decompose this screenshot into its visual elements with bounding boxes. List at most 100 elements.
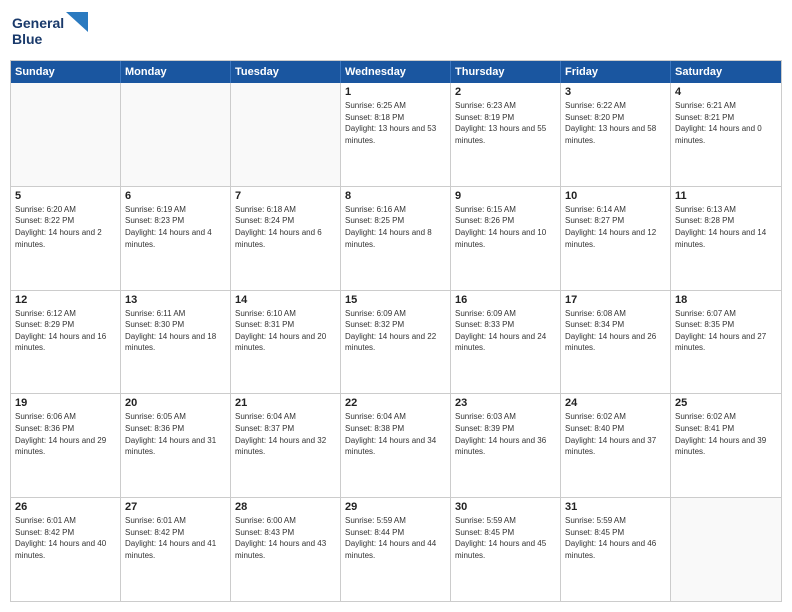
sun-info: Sunrise: 6:02 AM Sunset: 8:40 PM Dayligh… (565, 411, 666, 457)
svg-text:Blue: Blue (12, 31, 43, 47)
sun-info: Sunrise: 6:04 AM Sunset: 8:38 PM Dayligh… (345, 411, 446, 457)
calendar-cell: 11 Sunrise: 6:13 AM Sunset: 8:28 PM Dayli… (671, 187, 781, 290)
header: GeneralBlue (10, 10, 782, 52)
day-number: 18 (675, 294, 777, 306)
day-number: 21 (235, 397, 336, 409)
calendar-cell: 19Sunrise: 6:06 AM Sunset: 8:36 PM Dayli… (11, 394, 121, 497)
calendar-cell (671, 498, 781, 601)
calendar-cell: 15 Sunrise: 6:09 AM Sunset: 8:32 PM Dayli… (341, 291, 451, 394)
sun-info: Sunrise: 5:59 AM Sunset: 8:45 PM Dayligh… (565, 515, 666, 561)
sun-info: Sunrise: 6:12 AM Sunset: 8:29 PM Dayligh… (15, 308, 116, 354)
weekday-header: Monday (121, 61, 231, 83)
calendar-cell: 22 Sunrise: 6:04 AM Sunset: 8:38 PM Dayli… (341, 394, 451, 497)
sun-info: Sunrise: 6:18 AM Sunset: 8:24 PM Dayligh… (235, 204, 336, 250)
calendar-cell (11, 83, 121, 186)
day-number: 29 (345, 501, 446, 513)
calendar-cell: 23 Sunrise: 6:03 AM Sunset: 8:39 PM Dayli… (451, 394, 561, 497)
sun-info: Sunrise: 6:01 AM Sunset: 8:42 PM Dayligh… (125, 515, 226, 561)
sun-info: Sunrise: 6:25 AM Sunset: 8:18 PM Dayligh… (345, 100, 446, 146)
calendar-cell: 16 Sunrise: 6:09 AM Sunset: 8:33 PM Dayli… (451, 291, 561, 394)
day-number: 6 (125, 190, 226, 202)
sun-info: Sunrise: 5:59 AM Sunset: 8:45 PM Dayligh… (455, 515, 556, 561)
calendar-cell: 29 Sunrise: 5:59 AM Sunset: 8:44 PM Dayli… (341, 498, 451, 601)
calendar-cell: 7 Sunrise: 6:18 AM Sunset: 8:24 PM Daylig… (231, 187, 341, 290)
calendar-cell: 14Sunrise: 6:10 AM Sunset: 8:31 PM Dayli… (231, 291, 341, 394)
sun-info: Sunrise: 6:05 AM Sunset: 8:36 PM Dayligh… (125, 411, 226, 457)
weekday-header: Wednesday (341, 61, 451, 83)
sun-info: Sunrise: 6:09 AM Sunset: 8:33 PM Dayligh… (455, 308, 556, 354)
day-number: 23 (455, 397, 556, 409)
calendar-cell: 5 Sunrise: 6:20 AM Sunset: 8:22 PM Daylig… (11, 187, 121, 290)
sun-info: Sunrise: 6:04 AM Sunset: 8:37 PM Dayligh… (235, 411, 336, 457)
day-number: 15 (345, 294, 446, 306)
calendar-header: SundayMondayTuesdayWednesdayThursdayFrid… (11, 61, 781, 83)
sun-info: Sunrise: 6:01 AM Sunset: 8:42 PM Dayligh… (15, 515, 116, 561)
calendar-cell: 3Sunrise: 6:22 AM Sunset: 8:20 PM Daylig… (561, 83, 671, 186)
calendar-cell: 2Sunrise: 6:23 AM Sunset: 8:19 PM Daylig… (451, 83, 561, 186)
calendar-cell: 26 Sunrise: 6:01 AM Sunset: 8:42 PM Dayli… (11, 498, 121, 601)
calendar-cell: 9 Sunrise: 6:15 AM Sunset: 8:26 PM Daylig… (451, 187, 561, 290)
calendar-cell: 30Sunrise: 5:59 AM Sunset: 8:45 PM Dayli… (451, 498, 561, 601)
sun-info: Sunrise: 6:00 AM Sunset: 8:43 PM Dayligh… (235, 515, 336, 561)
weekday-header: Sunday (11, 61, 121, 83)
sun-info: Sunrise: 6:09 AM Sunset: 8:32 PM Dayligh… (345, 308, 446, 354)
sun-info: Sunrise: 6:03 AM Sunset: 8:39 PM Dayligh… (455, 411, 556, 457)
day-number: 5 (15, 190, 116, 202)
day-number: 11 (675, 190, 777, 202)
day-number: 28 (235, 501, 336, 513)
calendar-cell: 6 Sunrise: 6:19 AM Sunset: 8:23 PM Daylig… (121, 187, 231, 290)
weekday-header: Friday (561, 61, 671, 83)
day-number: 24 (565, 397, 666, 409)
day-number: 9 (455, 190, 556, 202)
sun-info: Sunrise: 6:13 AM Sunset: 8:28 PM Dayligh… (675, 204, 777, 250)
day-number: 27 (125, 501, 226, 513)
sun-info: Sunrise: 6:19 AM Sunset: 8:23 PM Dayligh… (125, 204, 226, 250)
calendar-week-row: 19Sunrise: 6:06 AM Sunset: 8:36 PM Dayli… (11, 394, 781, 498)
day-number: 16 (455, 294, 556, 306)
day-number: 20 (125, 397, 226, 409)
day-number: 26 (15, 501, 116, 513)
calendar-cell: 12Sunrise: 6:12 AM Sunset: 8:29 PM Dayli… (11, 291, 121, 394)
calendar-cell: 18 Sunrise: 6:07 AM Sunset: 8:35 PM Dayli… (671, 291, 781, 394)
page-container: GeneralBlue SundayMondayTuesdayWednesday… (0, 0, 792, 612)
day-number: 10 (565, 190, 666, 202)
sun-info: Sunrise: 6:21 AM Sunset: 8:21 PM Dayligh… (675, 100, 777, 146)
day-number: 3 (565, 86, 666, 98)
calendar-cell: 27 Sunrise: 6:01 AM Sunset: 8:42 PM Dayli… (121, 498, 231, 601)
calendar-cell: 31 Sunrise: 5:59 AM Sunset: 8:45 PM Dayli… (561, 498, 671, 601)
calendar-body: 1 Sunrise: 6:25 AM Sunset: 8:18 PM Daylig… (11, 83, 781, 601)
sun-info: Sunrise: 5:59 AM Sunset: 8:44 PM Dayligh… (345, 515, 446, 561)
calendar-week-row: 12Sunrise: 6:12 AM Sunset: 8:29 PM Dayli… (11, 291, 781, 395)
calendar-cell: 10 Sunrise: 6:14 AM Sunset: 8:27 PM Dayli… (561, 187, 671, 290)
day-number: 22 (345, 397, 446, 409)
logo: GeneralBlue (10, 10, 90, 52)
calendar-cell: 13 Sunrise: 6:11 AM Sunset: 8:30 PM Dayli… (121, 291, 231, 394)
sun-info: Sunrise: 6:14 AM Sunset: 8:27 PM Dayligh… (565, 204, 666, 250)
logo-icon: GeneralBlue (10, 10, 90, 52)
sun-info: Sunrise: 6:07 AM Sunset: 8:35 PM Dayligh… (675, 308, 777, 354)
calendar-cell: 1 Sunrise: 6:25 AM Sunset: 8:18 PM Daylig… (341, 83, 451, 186)
day-number: 13 (125, 294, 226, 306)
day-number: 14 (235, 294, 336, 306)
calendar-cell: 25 Sunrise: 6:02 AM Sunset: 8:41 PM Dayli… (671, 394, 781, 497)
calendar-cell: 24 Sunrise: 6:02 AM Sunset: 8:40 PM Dayli… (561, 394, 671, 497)
svg-text:General: General (12, 15, 64, 31)
sun-info: Sunrise: 6:15 AM Sunset: 8:26 PM Dayligh… (455, 204, 556, 250)
calendar: SundayMondayTuesdayWednesdayThursdayFrid… (10, 60, 782, 602)
day-number: 4 (675, 86, 777, 98)
day-number: 1 (345, 86, 446, 98)
day-number: 31 (565, 501, 666, 513)
sun-info: Sunrise: 6:02 AM Sunset: 8:41 PM Dayligh… (675, 411, 777, 457)
weekday-header: Saturday (671, 61, 781, 83)
day-number: 7 (235, 190, 336, 202)
calendar-cell: 28 Sunrise: 6:00 AM Sunset: 8:43 PM Dayli… (231, 498, 341, 601)
sun-info: Sunrise: 6:20 AM Sunset: 8:22 PM Dayligh… (15, 204, 116, 250)
calendar-cell: 17Sunrise: 6:08 AM Sunset: 8:34 PM Dayli… (561, 291, 671, 394)
sun-info: Sunrise: 6:11 AM Sunset: 8:30 PM Dayligh… (125, 308, 226, 354)
calendar-cell (121, 83, 231, 186)
weekday-header: Thursday (451, 61, 561, 83)
sun-info: Sunrise: 6:16 AM Sunset: 8:25 PM Dayligh… (345, 204, 446, 250)
calendar-cell: 20 Sunrise: 6:05 AM Sunset: 8:36 PM Dayli… (121, 394, 231, 497)
day-number: 25 (675, 397, 777, 409)
calendar-cell (231, 83, 341, 186)
